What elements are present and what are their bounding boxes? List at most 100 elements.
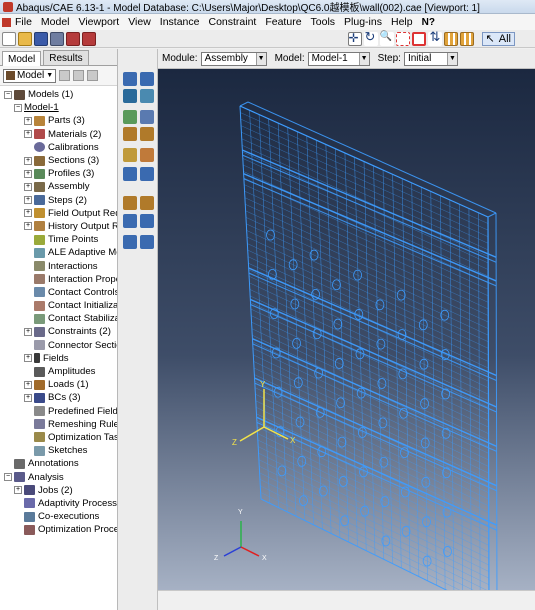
tree-item[interactable]: + BCs (3) [0, 391, 117, 404]
pan-icon[interactable] [347, 31, 362, 46]
tree-item[interactable]: + Profiles (3) [0, 167, 117, 180]
tree-item[interactable]: − Models (1) [0, 88, 117, 101]
tree-item[interactable]: Adaptivity Processes [0, 497, 117, 510]
tree-item[interactable]: Remeshing Rules [0, 418, 117, 431]
instance-icon[interactable] [123, 72, 137, 86]
model-select[interactable]: Model ▼ [3, 68, 57, 83]
datum-plane-icon[interactable] [123, 196, 137, 210]
tree-item[interactable]: + History Output Re [0, 220, 117, 233]
rotate-instance-icon[interactable] [123, 89, 137, 103]
tree-item[interactable]: Optimization Task [0, 431, 117, 444]
expand-icon[interactable]: + [24, 116, 32, 125]
new-file-icon[interactable] [2, 31, 16, 46]
tree-item[interactable]: Sketches [0, 444, 117, 457]
menu-help[interactable]: Help [391, 16, 413, 28]
expand-icon[interactable]: + [24, 222, 32, 231]
tree-item[interactable]: + Fields [0, 352, 117, 365]
partition-icon[interactable] [140, 214, 154, 228]
menu-n[interactable]: N? [422, 17, 435, 28]
tree-item[interactable]: Contact Initializati [0, 299, 117, 312]
edit-feature-icon[interactable] [123, 148, 137, 162]
zoom-icon[interactable] [379, 31, 394, 46]
collapse-icon[interactable]: − [4, 473, 12, 482]
save-icon[interactable] [34, 31, 48, 46]
box-zoom-icon[interactable] [395, 31, 410, 46]
menu-instance[interactable]: Instance [160, 16, 200, 28]
tree-item[interactable]: + Sections (3) [0, 154, 117, 167]
datum-point-icon[interactable] [123, 167, 137, 181]
tree-item[interactable]: Time Points [0, 233, 117, 246]
tree-item[interactable]: + Parts (3) [0, 114, 117, 127]
query-icon[interactable] [123, 235, 137, 249]
tree-item[interactable]: + Jobs (2) [0, 484, 117, 497]
suppress-icon[interactable] [140, 148, 154, 162]
create-constraint-icon[interactable] [123, 110, 137, 124]
module-select[interactable]: Assembly ▼ [200, 51, 267, 66]
expand-icon[interactable]: + [24, 209, 32, 218]
viewport[interactable]: Y Z X Y Z X [158, 69, 535, 590]
tree-item[interactable]: Optimization Process [0, 523, 117, 536]
tree-item[interactable]: Calibrations [0, 141, 117, 154]
expand-icon[interactable]: + [24, 327, 32, 336]
tree-item[interactable]: Annotations [0, 457, 117, 470]
menu-model[interactable]: Model [41, 16, 70, 28]
expand-icon[interactable]: + [24, 196, 32, 205]
selection-filter[interactable]: ↖ All [481, 31, 515, 46]
menu-plug-ins[interactable]: Plug-ins [344, 16, 382, 28]
tree-item[interactable]: − Model-1 [0, 101, 117, 114]
expand-icon[interactable]: + [24, 380, 32, 389]
plugin-red-2-icon[interactable] [82, 31, 96, 46]
cycle-views-icon[interactable] [427, 29, 442, 46]
tree-item[interactable]: Connector Section [0, 339, 117, 352]
tree-item[interactable]: Interactions [0, 259, 117, 272]
tree-item[interactable]: ALE Adaptive Mes [0, 246, 117, 259]
tree-item[interactable]: + Loads (1) [0, 378, 117, 391]
expand-icon[interactable]: + [24, 354, 32, 363]
merge-icon[interactable] [140, 110, 154, 124]
viewport-canvas[interactable]: Y Z X Y Z X [158, 69, 535, 590]
collapse-icon[interactable]: − [4, 90, 12, 99]
expand-icon[interactable]: + [24, 169, 32, 178]
menu-tools[interactable]: Tools [311, 16, 336, 28]
expand-icon[interactable]: + [24, 156, 32, 165]
toolbar-bars-2-icon[interactable] [459, 31, 474, 46]
tree-item[interactable]: − Analysis [0, 470, 117, 483]
tree-item[interactable]: + Constraints (2) [0, 325, 117, 338]
tree-item[interactable]: + Steps (2) [0, 194, 117, 207]
tab-model[interactable]: Model [2, 51, 42, 66]
tree-help-icon[interactable] [87, 70, 99, 81]
translate-icon[interactable] [140, 89, 154, 103]
grid-icon[interactable] [140, 72, 154, 86]
expand-icon[interactable]: + [24, 182, 32, 191]
open-file-icon[interactable] [18, 31, 32, 46]
tree-item[interactable]: Amplitudes [0, 365, 117, 378]
tree-item[interactable]: + Materials (2) [0, 128, 117, 141]
tree-item[interactable]: Contact Stabilizati [0, 312, 117, 325]
menu-viewport[interactable]: Viewport [79, 16, 120, 28]
expand-icon[interactable]: + [24, 393, 32, 402]
datum-csys-icon[interactable] [140, 196, 154, 210]
coordinate-icon[interactable] [123, 214, 137, 228]
menu-view[interactable]: View [128, 16, 151, 28]
menu-file[interactable]: File [15, 16, 32, 28]
print-icon[interactable] [50, 31, 64, 46]
datum-axis-icon[interactable] [140, 167, 154, 181]
expand-icon[interactable]: + [14, 486, 22, 495]
tree-item[interactable]: Predefined Fields [0, 405, 117, 418]
tree-filter-icon[interactable] [73, 70, 85, 81]
tree-item[interactable]: Contact Controls [0, 286, 117, 299]
axis-icon[interactable] [140, 235, 154, 249]
tree-item[interactable]: + Field Output Requ [0, 207, 117, 220]
linear-pattern-icon[interactable] [123, 127, 137, 141]
toolbar-bars-icon[interactable] [443, 31, 458, 46]
tree-item[interactable]: Interaction Proper [0, 273, 117, 286]
auto-fit-icon[interactable] [411, 31, 426, 46]
rotate-icon[interactable] [363, 29, 378, 46]
menu-feature[interactable]: Feature [265, 16, 301, 28]
tree-item[interactable]: + Assembly [0, 180, 117, 193]
tree-item[interactable]: Co-executions [0, 510, 117, 523]
expand-icon[interactable]: + [24, 130, 32, 139]
model-context-select[interactable]: Model-1 ▼ [307, 51, 370, 66]
menu-constraint[interactable]: Constraint [208, 16, 256, 28]
tab-results[interactable]: Results [43, 50, 89, 65]
